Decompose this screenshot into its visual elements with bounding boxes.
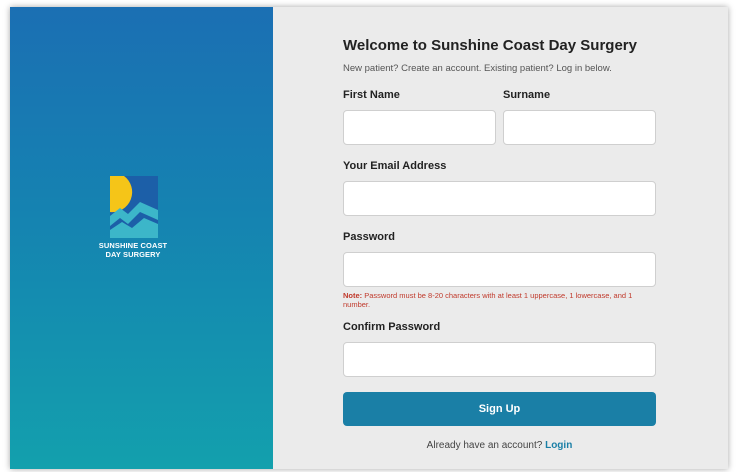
name-row: First Name Surname xyxy=(343,89,656,145)
brand-panel: SUNSHINE COAST DAY SURGERY xyxy=(10,7,273,469)
login-prompt-line: Already have an account? Login xyxy=(343,440,656,451)
sunshine-wave-logo-icon xyxy=(110,176,158,238)
brand-logo: SUNSHINE COAST DAY SURGERY xyxy=(98,176,194,259)
note-text: Password must be 8-20 characters with at… xyxy=(343,291,633,309)
password-group: Password Note: Password must be 8-20 cha… xyxy=(343,231,656,309)
login-link[interactable]: Login xyxy=(545,440,572,451)
confirm-password-input[interactable] xyxy=(343,342,656,377)
login-prompt-text: Already have an account? xyxy=(426,440,543,451)
signup-form: Welcome to Sunshine Coast Day Surgery Ne… xyxy=(343,37,656,451)
first-name-input[interactable] xyxy=(343,110,496,145)
note-prefix: Note: xyxy=(343,291,363,300)
email-input[interactable] xyxy=(343,181,656,216)
surname-group: Surname xyxy=(503,89,656,145)
brand-name: SUNSHINE COAST DAY SURGERY xyxy=(98,241,168,259)
signup-window: SUNSHINE COAST DAY SURGERY Welcome to Su… xyxy=(10,7,728,469)
sign-up-button[interactable]: Sign Up xyxy=(343,392,656,426)
surname-input[interactable] xyxy=(503,110,656,145)
password-requirements-note: Note: Password must be 8-20 characters w… xyxy=(343,291,656,309)
form-panel: Welcome to Sunshine Coast Day Surgery Ne… xyxy=(273,7,728,469)
password-input[interactable] xyxy=(343,252,656,287)
page-subtitle: New patient? Create an account. Existing… xyxy=(343,63,612,74)
confirm-password-label: Confirm Password xyxy=(343,321,441,333)
page-title: Welcome to Sunshine Coast Day Surgery xyxy=(343,37,637,54)
first-name-group: First Name xyxy=(343,89,496,145)
brand-name-line1: SUNSHINE COAST xyxy=(98,241,168,250)
surname-label: Surname xyxy=(503,89,551,101)
brand-name-line2: DAY SURGERY xyxy=(105,250,161,259)
confirm-password-group: Confirm Password xyxy=(343,321,656,377)
email-label: Your Email Address xyxy=(343,160,447,172)
first-name-label: First Name xyxy=(343,89,400,101)
password-label: Password xyxy=(343,231,395,243)
email-group: Your Email Address xyxy=(343,160,656,216)
